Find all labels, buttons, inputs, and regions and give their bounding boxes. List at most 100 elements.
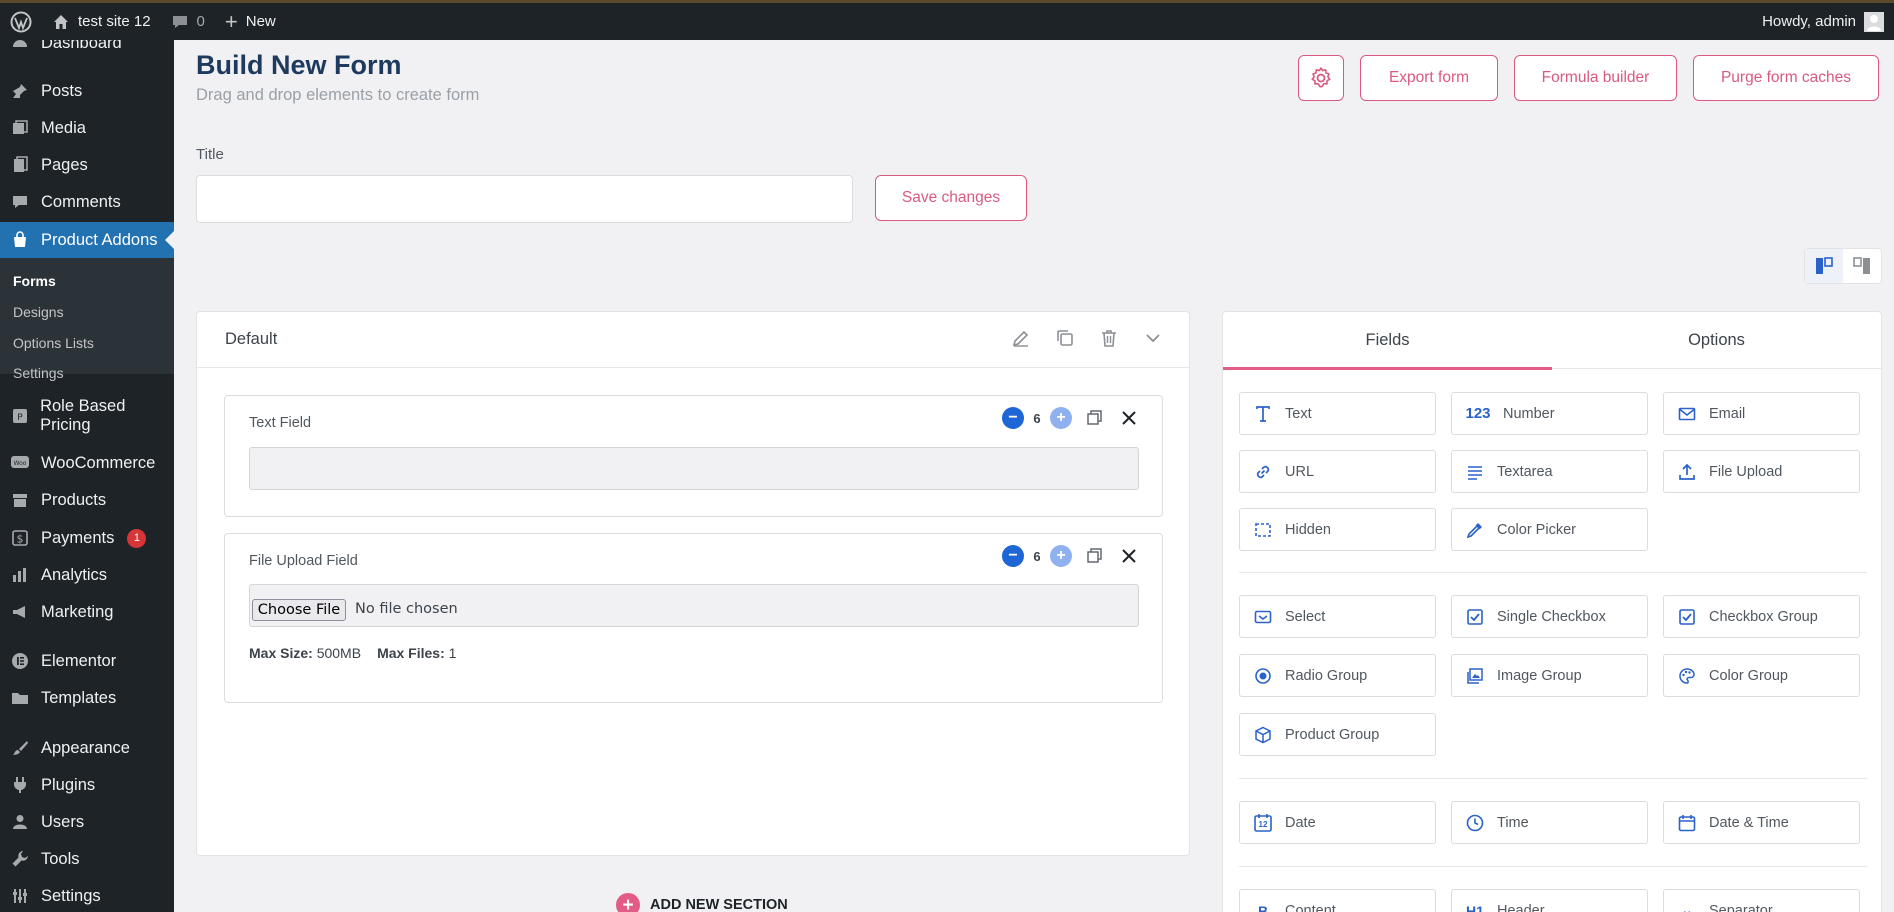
close-icon[interactable] (1120, 409, 1138, 427)
sidebar-item-label: Posts (41, 81, 83, 100)
increase-width-button[interactable]: + (1050, 545, 1072, 567)
sidebar-item-elementor[interactable]: Elementor (0, 643, 174, 679)
sidebar-item-users[interactable]: Users (0, 804, 174, 840)
tile-label: Hidden (1285, 521, 1331, 538)
field-tile-time[interactable]: Time (1451, 801, 1648, 844)
form-settings-button[interactable] (1298, 55, 1344, 101)
text-field-element[interactable]: Text Field − 6 + (224, 395, 1163, 517)
chevron-down-icon[interactable] (1143, 328, 1163, 348)
field-tile-date-time[interactable]: Date & Time (1663, 801, 1860, 844)
field-tile-image-group[interactable]: Image Group (1451, 654, 1648, 697)
sidebar-item-posts[interactable]: Posts (0, 73, 174, 109)
field-tile-product-group[interactable]: Product Group (1239, 713, 1436, 756)
tab-options[interactable]: Options (1552, 312, 1881, 369)
sidebar-item-tools[interactable]: Tools (0, 841, 174, 877)
layout-right-panel-icon (1853, 257, 1870, 274)
user-icon (10, 812, 30, 832)
add-section-label: ADD NEW SECTION (650, 897, 788, 912)
field-tile-separator[interactable]: ⌄ Separator (1663, 889, 1860, 912)
tile-label: Textarea (1497, 463, 1553, 480)
duplicate-field-icon[interactable] (1086, 547, 1104, 565)
sidebar-item-pages[interactable]: Pages (0, 147, 174, 183)
heading-icon: H1 (1466, 902, 1484, 912)
field-tile-textarea[interactable]: Textarea (1451, 450, 1648, 493)
file-upload-field-element[interactable]: File Upload Field − 6 + Choose File No f… (224, 533, 1163, 703)
dashboard-icon (10, 40, 30, 53)
my-account[interactable]: Howdy, admin (1752, 3, 1894, 40)
new-content-link[interactable]: + New (215, 3, 286, 40)
decrease-width-button[interactable]: − (1002, 407, 1024, 429)
sidebar-item-analytics[interactable]: Analytics (0, 557, 174, 593)
field-tile-email[interactable]: Email (1663, 392, 1860, 435)
active-indicator (165, 231, 174, 249)
submenu-settings[interactable]: Settings (13, 365, 64, 381)
divider (1239, 866, 1867, 867)
field-tile-single-checkbox[interactable]: Single Checkbox (1451, 595, 1648, 638)
sidebar-item-settings[interactable]: Settings (0, 878, 174, 912)
sidebar-item-dashboard[interactable]: Dashboard (0, 40, 174, 61)
field-tile-select[interactable]: Select (1239, 595, 1436, 638)
submenu-forms[interactable]: Forms (13, 273, 56, 289)
sidebar-item-label: Payments (41, 528, 115, 547)
save-changes-button[interactable]: Save changes (875, 175, 1027, 221)
field-tile-header[interactable]: H1 Header (1451, 889, 1648, 912)
duplicate-icon[interactable] (1055, 328, 1075, 348)
wordpress-logo[interactable] (0, 3, 42, 40)
select-icon (1253, 607, 1273, 627)
sidebar-item-marketing[interactable]: Marketing (0, 594, 174, 630)
field-tile-url[interactable]: URL (1239, 450, 1436, 493)
archive-icon (10, 490, 30, 510)
formula-builder-button[interactable]: Formula builder (1514, 55, 1677, 101)
submenu-options-lists[interactable]: Options Lists (13, 335, 94, 351)
increase-width-button[interactable]: + (1050, 407, 1072, 429)
field-tile-radio-group[interactable]: Radio Group (1239, 654, 1436, 697)
sidebar-item-label: Elementor (41, 651, 117, 670)
field-tile-color-group[interactable]: Color Group (1663, 654, 1860, 697)
checkbox-icon (1465, 607, 1485, 627)
trash-icon[interactable] (1099, 328, 1119, 348)
decrease-width-button[interactable]: − (1002, 545, 1024, 567)
sidebar-item-comments[interactable]: Comments (0, 184, 174, 220)
edit-icon[interactable] (1011, 328, 1031, 348)
max-files-label: Max Files: (377, 645, 445, 661)
sidebar-item-woocommerce[interactable]: Woo WooCommerce (0, 445, 174, 481)
sidebar-item-label: Templates (41, 688, 117, 707)
layout-option-right[interactable] (1843, 249, 1881, 283)
site-name-link[interactable]: test site 12 (42, 3, 161, 40)
field-tile-checkbox-group[interactable]: Checkbox Group (1663, 595, 1860, 638)
tile-label: URL (1285, 463, 1315, 480)
comments-link[interactable]: 0 (161, 3, 215, 40)
tab-fields[interactable]: Fields (1223, 312, 1552, 370)
purge-form-caches-button[interactable]: Purge form caches (1693, 55, 1879, 101)
field-tile-date[interactable]: 12 Date (1239, 801, 1436, 844)
tile-label: Select (1285, 608, 1326, 625)
duplicate-field-icon[interactable] (1086, 409, 1104, 427)
plus-icon: + (224, 8, 238, 34)
field-tile-hidden[interactable]: Hidden (1239, 508, 1436, 551)
tile-label: Date (1285, 814, 1316, 831)
avatar (1864, 11, 1884, 32)
sidebar-item-payments[interactable]: $ Payments 1 (0, 520, 174, 556)
sidebar-item-appearance[interactable]: Appearance (0, 730, 174, 766)
close-icon[interactable] (1120, 547, 1138, 565)
field-tile-color-picker[interactable]: Color Picker (1451, 508, 1648, 551)
choose-file-button[interactable]: Choose File (252, 599, 346, 621)
sidebar-item-products[interactable]: Products (0, 482, 174, 518)
field-tile-file-upload[interactable]: File Upload (1663, 450, 1860, 493)
field-tile-number[interactable]: 123 Number (1451, 392, 1648, 435)
sidebar-item-templates[interactable]: Templates (0, 680, 174, 716)
export-form-button[interactable]: Export form (1360, 55, 1498, 101)
field-tile-content[interactable]: B Content (1239, 889, 1436, 912)
layout-option-left[interactable] (1805, 249, 1843, 283)
sidebar-item-plugins[interactable]: Plugins (0, 767, 174, 803)
admin-bar: test site 12 0 + New Howdy, admin (0, 0, 1894, 40)
sidebar-item-media[interactable]: Media (0, 110, 174, 146)
section-actions (1011, 328, 1163, 348)
sidebar-item-product-addons[interactable]: Product Addons (0, 222, 174, 258)
field-tile-text[interactable]: Text (1239, 392, 1436, 435)
add-new-section-button[interactable]: + ADD NEW SECTION (616, 893, 788, 912)
form-title-input[interactable] (196, 175, 853, 223)
submenu-designs[interactable]: Designs (13, 304, 64, 320)
sidebar-item-role-based-pricing[interactable]: P Role Based Pricing (0, 397, 174, 434)
field-width-value: 6 (1033, 548, 1041, 564)
